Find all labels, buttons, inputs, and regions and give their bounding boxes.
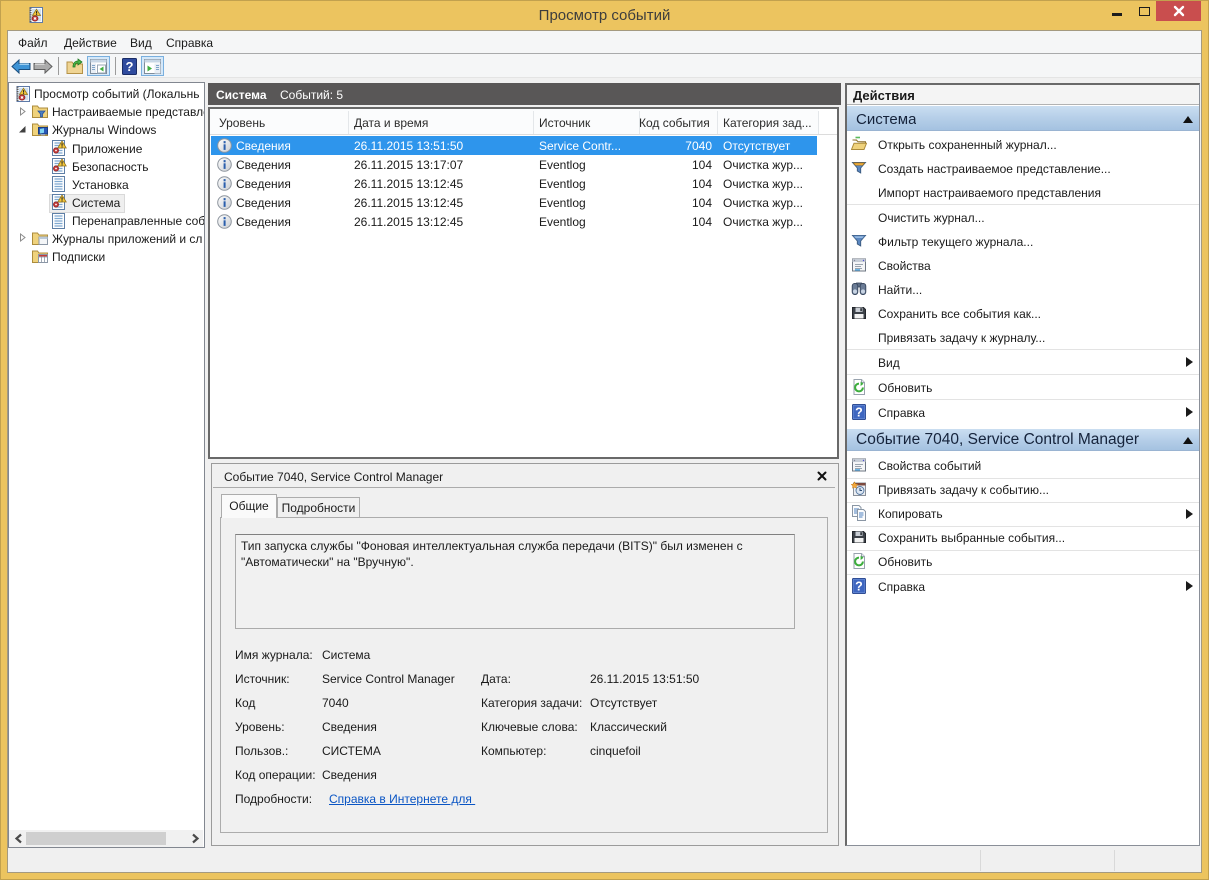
svg-text:?: ? xyxy=(855,405,863,419)
svg-text:?: ? xyxy=(855,579,863,593)
svg-text:?: ? xyxy=(126,59,134,74)
